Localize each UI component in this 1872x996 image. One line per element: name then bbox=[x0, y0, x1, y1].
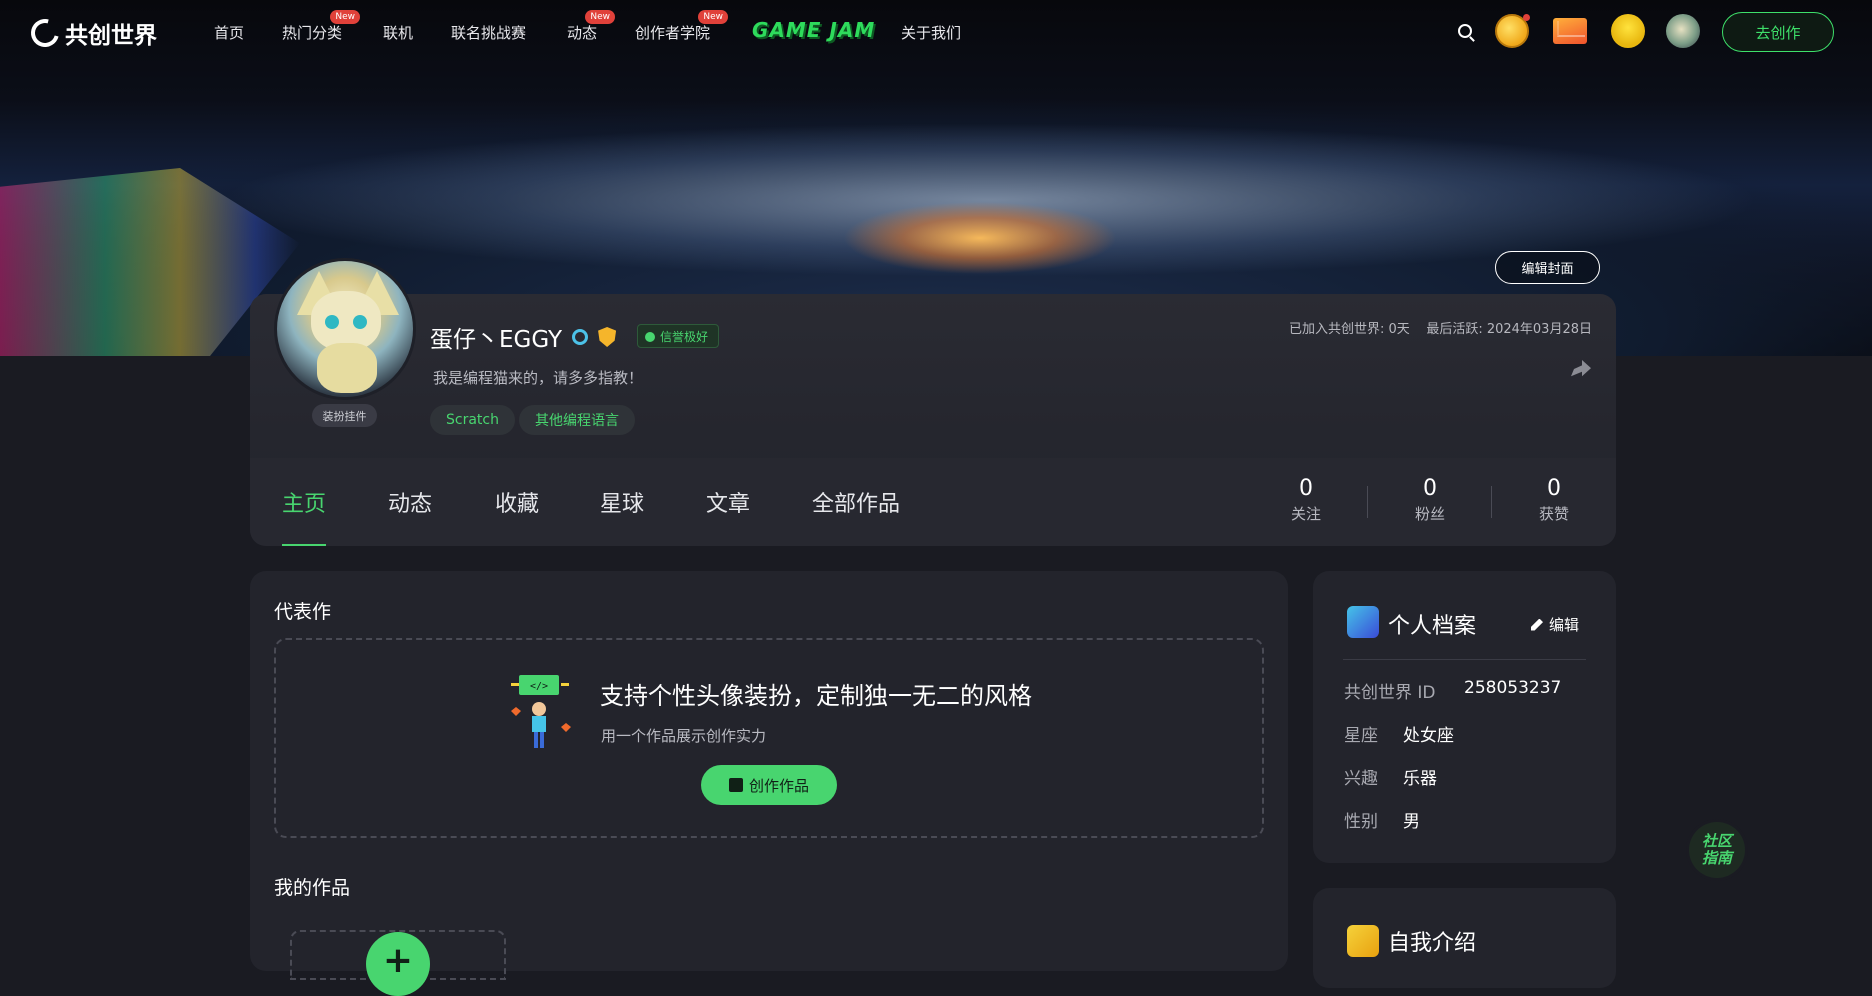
new-badge: New bbox=[698, 10, 729, 24]
nav-item-home[interactable]: 首页 bbox=[214, 22, 244, 43]
field-value-id: 258053237 bbox=[1464, 678, 1562, 698]
nav-item-feed[interactable]: 动态 New bbox=[567, 10, 616, 43]
lightbulb-icon[interactable] bbox=[1611, 14, 1645, 48]
stat-label: 关注 bbox=[1290, 505, 1321, 523]
nav-label: 动态 bbox=[567, 24, 598, 42]
tab-feed[interactable]: 动态 bbox=[388, 486, 432, 518]
stat-divider bbox=[1491, 486, 1492, 518]
joined-days: 已加入共创世界: 0天 bbox=[1288, 322, 1410, 337]
nav-label: 联机 bbox=[383, 24, 414, 42]
active-tab-indicator bbox=[282, 544, 326, 546]
skill-tag[interactable]: Scratch bbox=[430, 405, 515, 435]
user-bio: 我是编程猫来的，请多多指教！ bbox=[433, 369, 644, 387]
join-info: 已加入共创世界: 0天 最后活跃: 2024年03月28日 bbox=[1289, 318, 1592, 337]
tab-all-works[interactable]: 全部作品 bbox=[812, 486, 900, 518]
tab-planet[interactable]: 星球 bbox=[600, 486, 644, 518]
site-logo[interactable]: 共创世界 bbox=[25, 13, 157, 53]
intro-card-title: 自我介绍 bbox=[1388, 931, 1477, 956]
credit-badge: 信誉极好 bbox=[637, 324, 720, 348]
plus-icon: + bbox=[382, 940, 414, 981]
field-value-gender: 男 bbox=[1403, 812, 1420, 832]
representative-works-box bbox=[274, 638, 1264, 838]
male-gender-icon bbox=[572, 329, 589, 345]
nav-label: 热门分类 bbox=[282, 24, 343, 42]
create-work-label: 创作作品 bbox=[748, 776, 809, 795]
pen-icon bbox=[1531, 618, 1543, 631]
coder-mascot-illustration: </> bbox=[511, 675, 571, 748]
nav-item-challenge[interactable]: 联名挑战赛 bbox=[451, 22, 526, 43]
stat-number: 0 bbox=[1423, 476, 1437, 501]
nav-label: 联名挑战赛 bbox=[451, 24, 527, 42]
profile-card-icon bbox=[1347, 606, 1379, 638]
profile-card-title: 个人档案 bbox=[1388, 614, 1477, 639]
field-key-id: 共创世界 ID bbox=[1344, 683, 1436, 703]
notification-dot bbox=[1523, 14, 1530, 21]
avatar-body bbox=[317, 343, 377, 393]
field-value-constellation: 处女座 bbox=[1403, 726, 1454, 746]
stat-following[interactable]: 0 关注 bbox=[1266, 476, 1346, 524]
skill-tag[interactable]: 其他编程语言 bbox=[519, 405, 635, 435]
nav-item-academy[interactable]: 创作者学院 New bbox=[635, 10, 729, 43]
nav-item-multiplayer[interactable]: 联机 bbox=[383, 22, 413, 43]
username: 蛋仔丶EGGY bbox=[430, 327, 563, 353]
field-value-interest: 乐器 bbox=[1403, 769, 1437, 789]
nav-label: 首页 bbox=[214, 24, 245, 42]
edit-cover-button[interactable]: 编辑封面 bbox=[1495, 251, 1600, 284]
username-row: 蛋仔丶EGGY bbox=[430, 320, 617, 354]
create-work-button[interactable]: 创作作品 bbox=[701, 765, 837, 805]
logo-text: 共创世界 bbox=[65, 23, 157, 49]
top-navbar: 共创世界 首页 热门分类 New 联机 联名挑战赛 动态 New 创作者学院 New … bbox=[0, 0, 1872, 64]
guide-line2: 指南 bbox=[1701, 849, 1732, 867]
nav-label: 关于我们 bbox=[901, 24, 962, 42]
field-key-constellation: 星座 bbox=[1344, 726, 1378, 746]
tab-articles[interactable]: 文章 bbox=[706, 486, 750, 518]
stat-label: 粉丝 bbox=[1414, 505, 1445, 523]
stat-number: 0 bbox=[1547, 476, 1561, 501]
stat-followers[interactable]: 0 粉丝 bbox=[1390, 476, 1470, 524]
nav-item-about[interactable]: 关于我们 bbox=[901, 22, 961, 43]
card-divider bbox=[1343, 659, 1586, 660]
avatar-face bbox=[311, 291, 381, 351]
promo-title: 支持个性头像装扮，定制独一无二的风格 bbox=[600, 682, 1032, 710]
svg-text:</>: </> bbox=[530, 681, 548, 692]
guide-line1: 社区 bbox=[1701, 832, 1732, 850]
edit-profile-button[interactable]: 编辑 bbox=[1531, 614, 1579, 635]
my-works-title: 我的作品 bbox=[274, 877, 351, 899]
stat-label: 获赞 bbox=[1538, 505, 1569, 523]
profile-avatar[interactable] bbox=[274, 258, 416, 400]
nav-item-gamejam[interactable]: GAME JAM bbox=[752, 18, 875, 42]
stack-icon bbox=[728, 778, 743, 792]
stat-number: 0 bbox=[1299, 476, 1313, 501]
verified-shield-icon bbox=[598, 327, 617, 347]
tab-favorites[interactable]: 收藏 bbox=[495, 486, 539, 518]
community-guide-button[interactable]: 社区 指南 bbox=[1689, 822, 1745, 878]
new-badge: New bbox=[330, 10, 361, 24]
new-badge: New bbox=[585, 10, 616, 24]
go-create-button[interactable]: 去创作 bbox=[1722, 12, 1834, 52]
representative-works-title: 代表作 bbox=[274, 601, 332, 623]
edit-label: 编辑 bbox=[1549, 616, 1580, 634]
add-work-button[interactable]: + bbox=[366, 932, 430, 996]
user-avatar-small[interactable] bbox=[1666, 14, 1700, 48]
promo-subtitle: 用一个作品展示创作实力 bbox=[601, 727, 767, 745]
field-key-gender: 性别 bbox=[1344, 812, 1378, 832]
mail-icon[interactable] bbox=[1553, 18, 1587, 44]
stat-likes[interactable]: 0 获赞 bbox=[1514, 476, 1594, 524]
tab-home[interactable]: 主页 bbox=[282, 486, 326, 518]
logo-icon bbox=[25, 13, 65, 53]
avatar-eye bbox=[353, 315, 367, 329]
search-icon[interactable] bbox=[1458, 24, 1472, 38]
intro-card-icon bbox=[1347, 925, 1379, 957]
stat-divider bbox=[1367, 486, 1368, 518]
dress-up-tag[interactable]: 装扮挂件 bbox=[312, 404, 377, 427]
nav-item-categories[interactable]: 热门分类 New bbox=[282, 10, 361, 43]
nav-label: 创作者学院 bbox=[635, 24, 711, 42]
field-key-interest: 兴趣 bbox=[1344, 769, 1378, 789]
last-active: 最后活跃: 2024年03月28日 bbox=[1426, 322, 1592, 337]
avatar-eye bbox=[325, 315, 339, 329]
